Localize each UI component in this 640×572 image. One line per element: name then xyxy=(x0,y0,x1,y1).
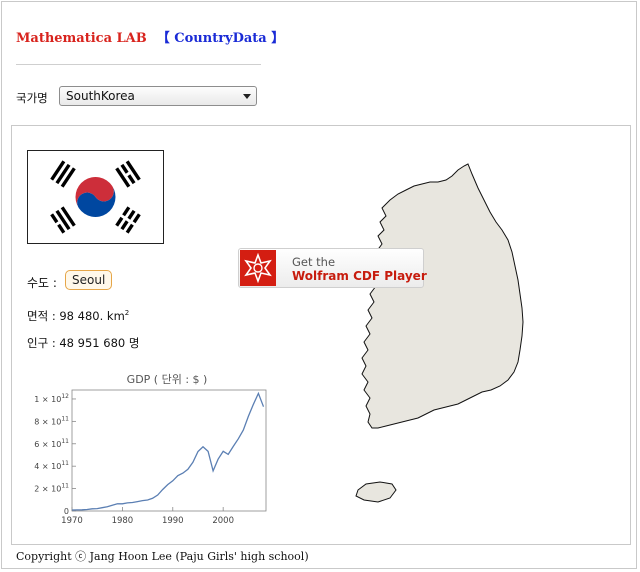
country-select[interactable]: SouthKorea xyxy=(59,86,257,106)
x-tick-label: 1980 xyxy=(112,516,134,526)
x-tick-label: 2000 xyxy=(212,516,234,526)
chart-title: GDP ( 단위 : $ ) xyxy=(127,373,208,386)
y-axis: 0 2 × 1011 4 × 1011 6 × 1011 8 × 1011 1 × 101… xyxy=(34,393,76,516)
y-tick-label: 4 × 1011 xyxy=(34,460,69,471)
plot-frame xyxy=(71,389,267,512)
population-label: 인구 : xyxy=(27,336,60,350)
country-select-value: SouthKorea xyxy=(66,89,135,103)
cdf-get-text: Get the xyxy=(292,255,336,269)
cdf-player-text: Wolfram CDF Player xyxy=(292,269,427,283)
wolfram-spikey-icon xyxy=(240,250,276,286)
country-select-label: 국가명 xyxy=(16,91,48,105)
cdf-player-badge[interactable]: Get the Wolfram CDF Player xyxy=(238,248,427,288)
y-tick-label: 2 × 1011 xyxy=(34,483,69,494)
gdp-chart: GDP ( 단위 : $ ) 0 2 × 1011 4 × 1011 6 × 1011… xyxy=(34,373,267,526)
area-row: 면적 : 98 480. km2 xyxy=(27,308,129,324)
y-tick-label: 0 xyxy=(64,507,69,516)
capital-value: Seoul xyxy=(65,270,113,290)
y-tick-label: 6 × 1011 xyxy=(34,438,69,449)
jeju-island-shape xyxy=(355,481,397,503)
flag-graphic xyxy=(50,160,141,234)
y-tick-label: 8 × 1011 xyxy=(34,415,69,426)
capital-label: 수도 : xyxy=(27,276,57,290)
header-divider xyxy=(16,64,261,65)
x-tick-label: 1990 xyxy=(162,516,184,526)
population-value: 48 951 680 명 xyxy=(59,336,140,350)
page-title: Mathematica LAB 【 CountryData 】 xyxy=(16,27,284,46)
chevron-down-icon[interactable] xyxy=(243,94,251,99)
footer-copyright: Copyright ⓒ Jang Hoon Lee (Paju Girls' h… xyxy=(16,550,309,563)
population-row: 인구 : 48 951 680 명 xyxy=(27,335,139,351)
x-tick-label: 1970 xyxy=(61,516,83,526)
y-tick-label: 1 × 1012 xyxy=(34,393,69,404)
area-label: 면적 : xyxy=(27,309,60,323)
country-map xyxy=(355,163,524,503)
mainland-shape xyxy=(361,163,524,429)
title-lab: Mathematica LAB xyxy=(16,31,147,46)
title-country-data: 【 CountryData 】 xyxy=(156,31,285,46)
gdp-series-line xyxy=(71,391,265,511)
area-value: 98 480. km xyxy=(59,309,125,323)
area-unit-exponent: 2 xyxy=(124,309,130,318)
country-flag xyxy=(27,150,164,244)
